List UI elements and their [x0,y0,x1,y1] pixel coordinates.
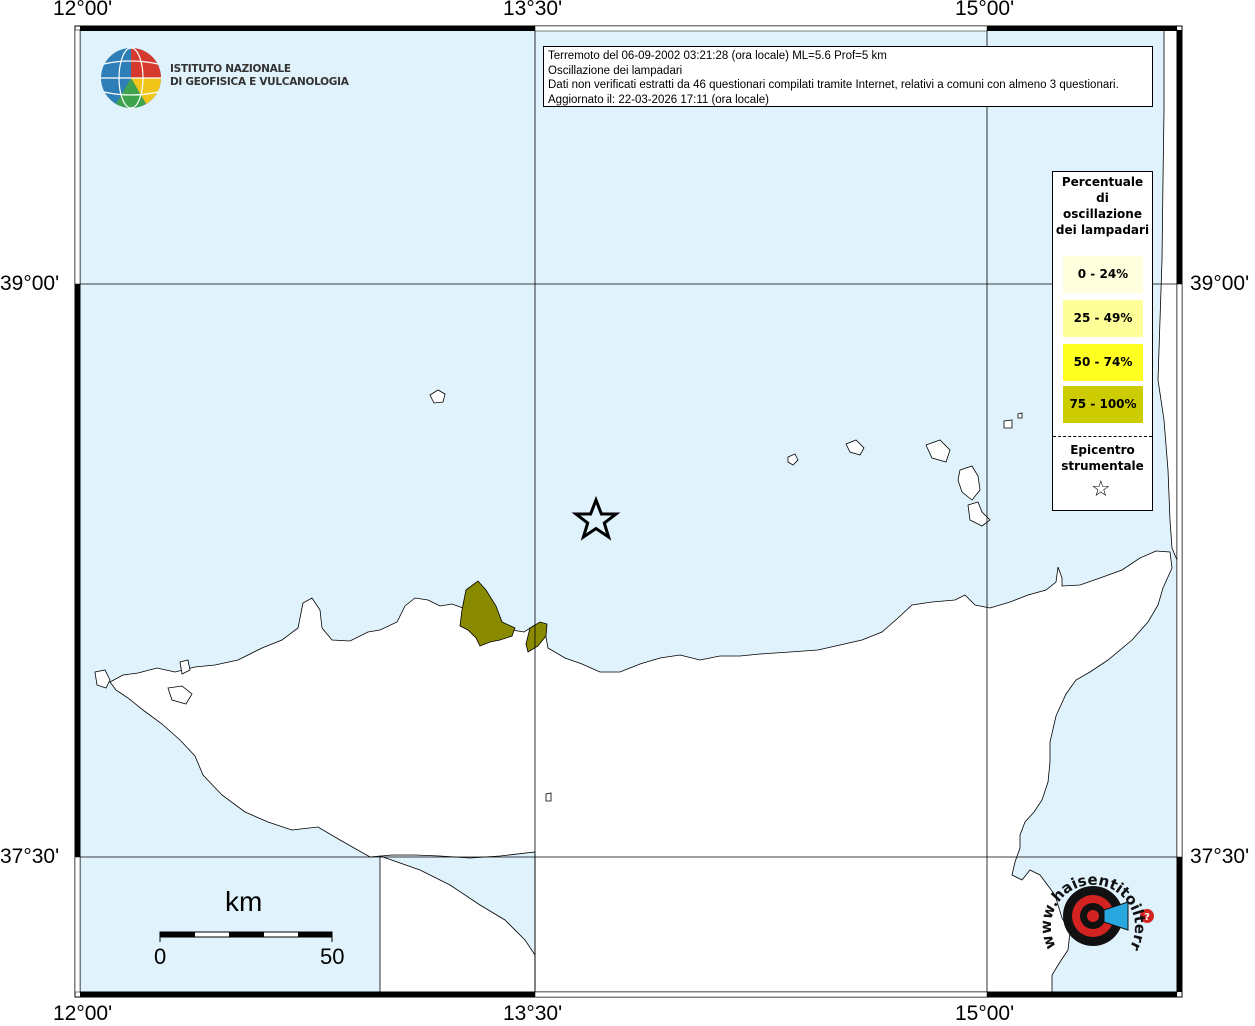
legend-title: Percentuale di oscillazione dei lampadar… [1055,175,1150,237]
left-label-39: 39°00' [0,272,60,295]
map-canvas: ? www.haisentitoilterremoto.it [0,0,1183,998]
legend-class-1: 25 - 49% [1063,300,1143,337]
scale-min-label: 0 [154,944,167,969]
event-info-line1: Terremoto del 06-09-2002 03:21:28 (ora l… [548,50,887,62]
event-info-line2: Oscillazione dei lampadari [548,64,683,77]
ingv-logo-line2: DI GEOFISICA E VULCANOLOGIA [170,76,349,88]
event-info-line3: Dati non verificati estratti da 46 quest… [548,79,1119,92]
top-label-12: 12°00' [53,0,113,20]
ingv-logo-line1: ISTITUTO NAZIONALE [170,63,291,75]
legend-epicenter-label: Epicentro strumentale [1061,443,1144,473]
legend-separator [1053,436,1152,437]
legend-class-0: 0 - 24% [1063,256,1143,293]
right-label-37-30: 37°30' [1190,845,1250,868]
ingv-globe-icon [101,47,161,109]
bottom-label-13-30: 13°30' [503,1002,563,1025]
bottom-label-15: 15°00' [955,1002,1015,1025]
top-label-15: 15°00' [955,0,1015,20]
event-info-line4: Aggiornato il: 22-03-2026 17:11 (ora loc… [548,93,769,106]
ingv-logo-text: ISTITUTO NAZIONALE DI GEOFISICA E VULCAN… [170,63,349,89]
legend: Percentuale di oscillazione dei lampadar… [1052,171,1153,511]
bottom-label-12: 12°00' [53,1002,113,1025]
right-label-39: 39°00' [1190,272,1250,295]
legend-class-3: 75 - 100% [1063,386,1143,423]
top-label-13-30: 13°30' [503,0,563,20]
legend-class-2: 50 - 74% [1063,344,1143,381]
left-label-37-30: 37°30' [0,845,60,868]
star-icon: ☆ [1091,477,1111,502]
scale-unit: km [225,886,263,917]
scale-max-label: 50 [320,944,345,969]
event-info-box: Terremoto del 06-09-2002 03:21:28 (ora l… [543,46,1153,107]
